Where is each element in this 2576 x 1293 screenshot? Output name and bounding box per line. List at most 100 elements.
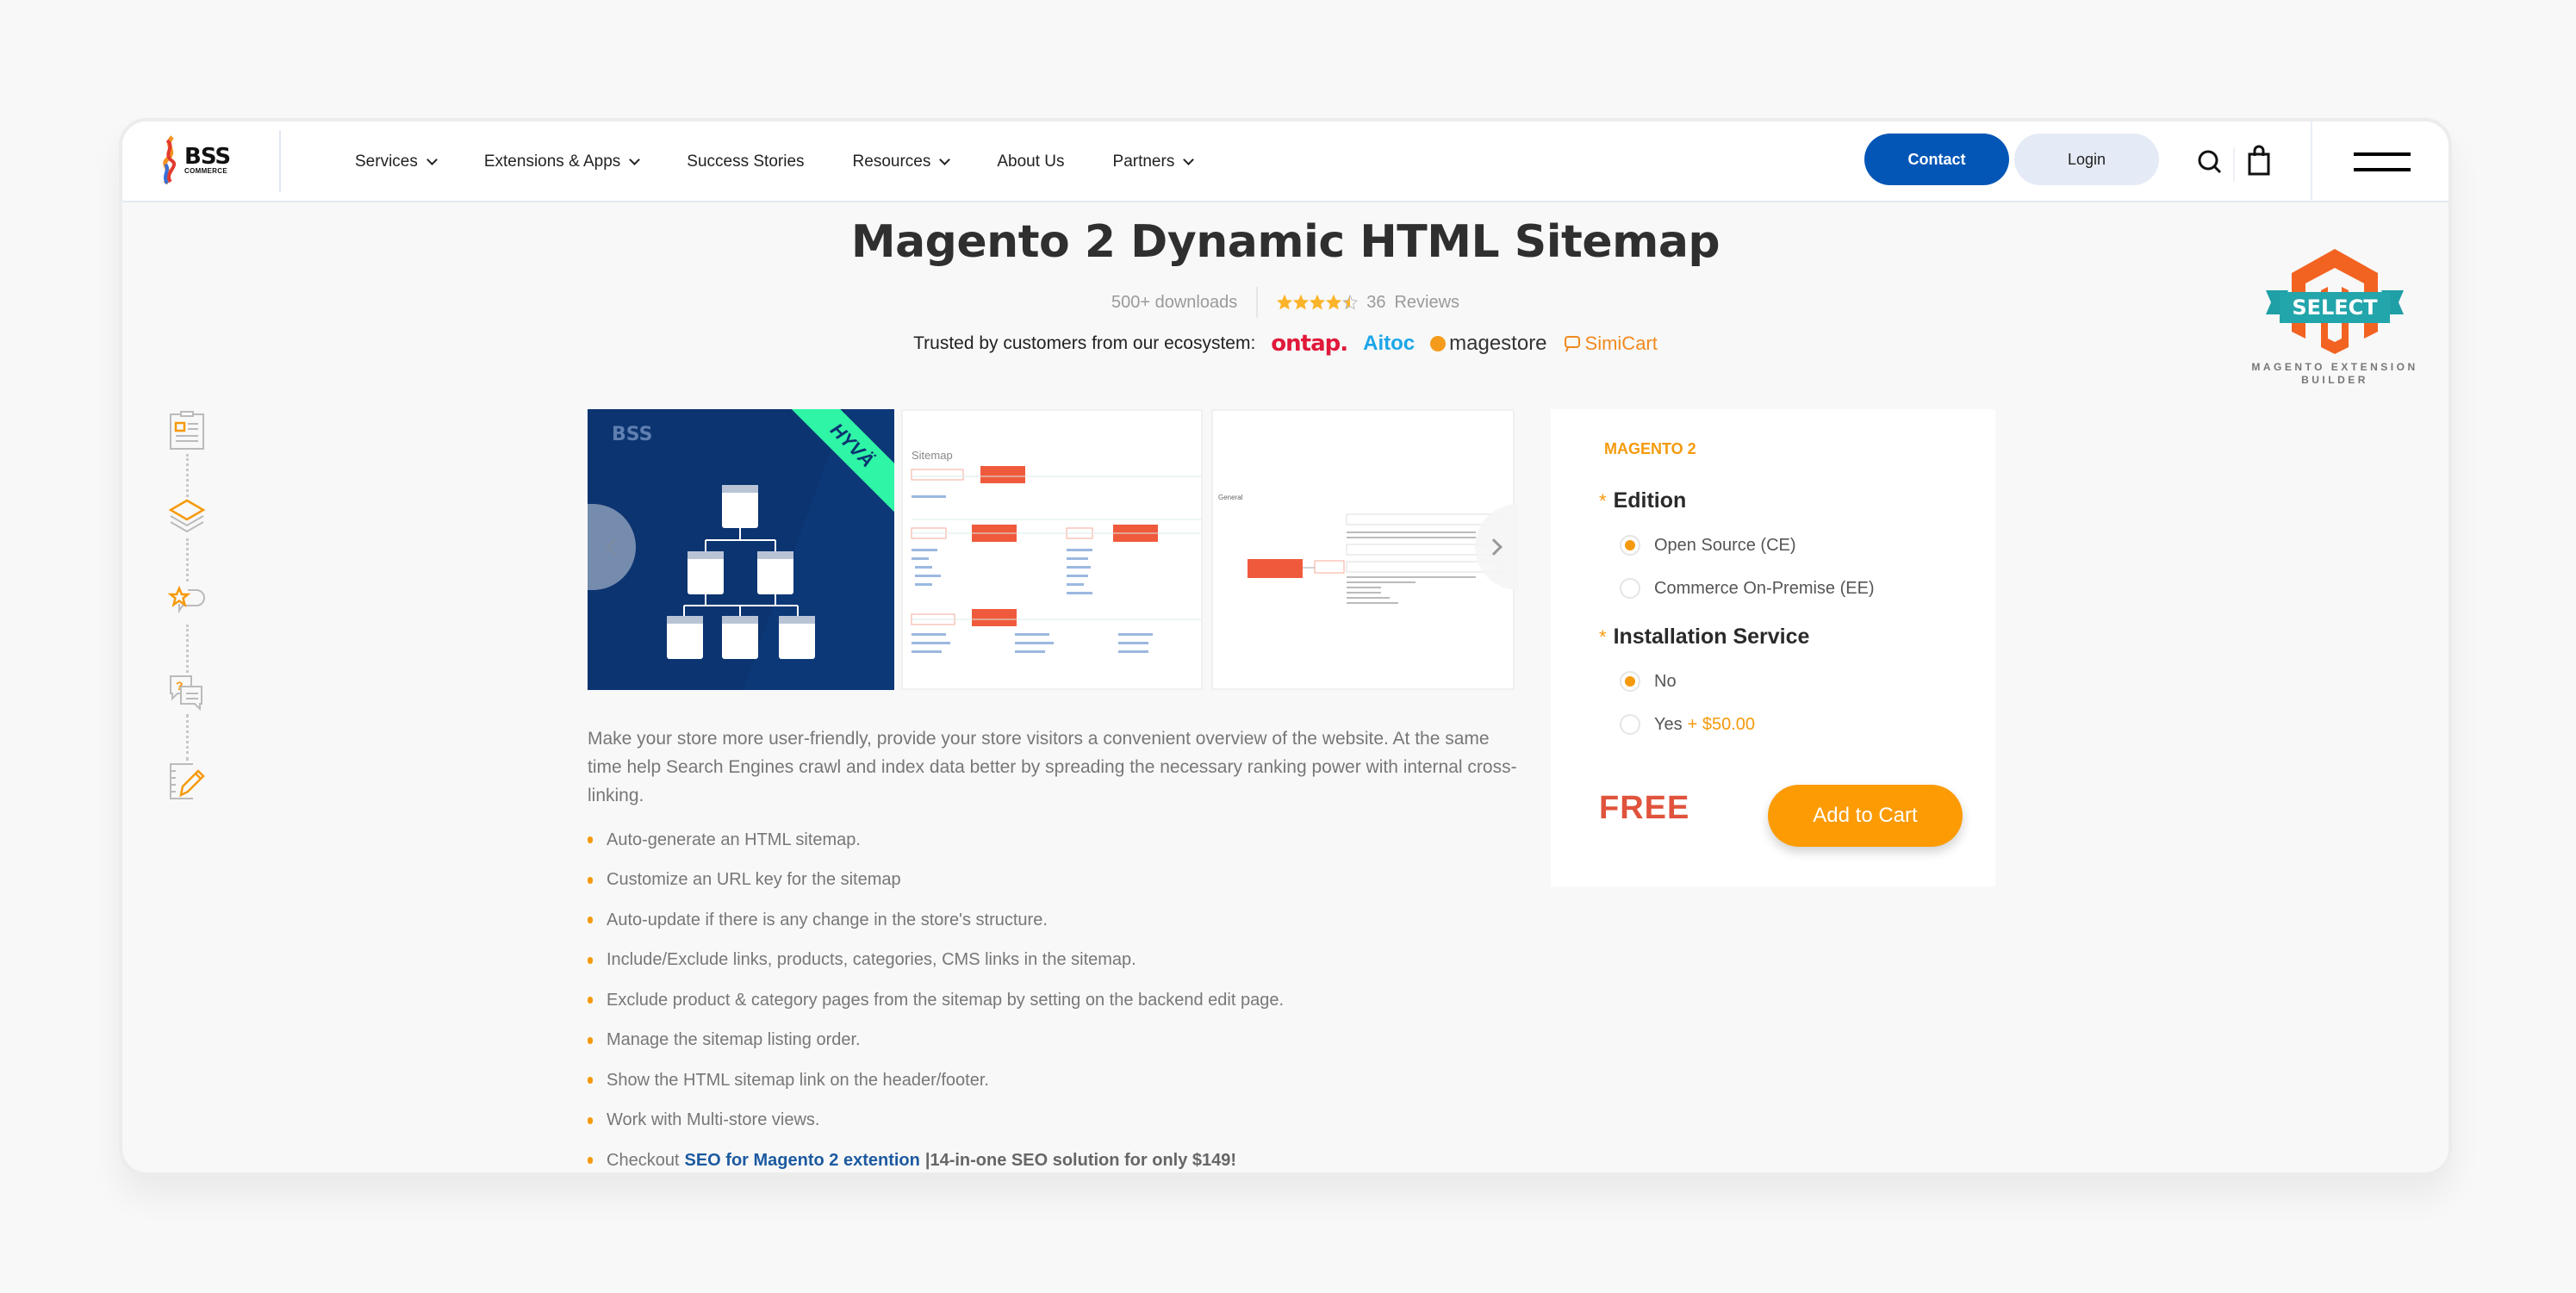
badge-caption-line2: BUILDER — [2301, 374, 2368, 386]
promo-item: Checkout SEO for Magento 2 extention |14-i… — [588, 1141, 1527, 1172]
site-header: BSS COMMERCE Services Extensions & Apps … — [122, 121, 2448, 202]
promo-suffix: |14-in-one SEO solution for only $149! — [924, 1150, 1237, 1170]
bullet-icon — [588, 956, 593, 964]
radio-label: Commerce On-Premise (EE) — [1654, 578, 1875, 598]
header-divider — [2311, 121, 2312, 202]
nav-label: Partners — [1112, 152, 1175, 171]
installation-label: * Installation Service — [1599, 625, 1809, 650]
product-title: Magento 2 Dynamic HTML Sitemap — [850, 216, 1720, 268]
seo-extension-link[interactable]: SEO for Magento 2 extention — [685, 1151, 920, 1171]
reviews-label: Reviews — [1394, 292, 1460, 312]
layers-icon[interactable] — [167, 497, 207, 537]
shopping-bag-icon[interactable] — [2245, 144, 2273, 177]
option-title: Installation Service — [1613, 625, 1810, 649]
trusted-by-row: Trusted by customers from our ecosystem:… — [122, 331, 2448, 357]
add-to-cart-button[interactable]: Add to Cart — [1768, 785, 1963, 847]
radio-selected-icon[interactable] — [1620, 671, 1640, 692]
feature-text: Exclude product & category pages from th… — [607, 990, 1285, 1010]
side-nav-connector — [186, 538, 189, 581]
side-nav-connector — [186, 625, 189, 673]
bullet-icon — [588, 1077, 593, 1085]
partner-logo-magestore: magestore — [1430, 332, 1547, 356]
logo-subtitle: COMMERCE — [184, 167, 227, 175]
chevron-left-icon — [606, 538, 623, 556]
partner-logo-aitoc: Aitoc — [1363, 332, 1416, 355]
rating-summary[interactable]: 36 Reviews — [1258, 293, 1459, 313]
purchase-box: MAGENTO 2 * Edition Open Source (CE) Comm… — [1551, 409, 1995, 886]
radio-label: No — [1654, 671, 1677, 691]
partner-name: magestore — [1449, 332, 1547, 355]
radio-selected-icon[interactable] — [1620, 535, 1640, 556]
magento-select-badge: SELECT MAGENTO EXTENSION BUILDER — [2249, 242, 2421, 386]
chevron-down-icon — [426, 153, 438, 165]
nav-item-partners[interactable]: Partners — [1112, 152, 1195, 171]
product-description: Make your store more user-friendly, prov… — [588, 729, 1517, 805]
login-button[interactable]: Login — [2014, 134, 2159, 185]
required-asterisk: * — [1599, 490, 1607, 512]
nav-item-about-us[interactable]: About Us — [997, 152, 1064, 171]
side-nav-connector — [186, 714, 189, 761]
bullet-icon — [588, 997, 593, 1004]
bullet-icon — [588, 1157, 593, 1165]
gallery-slide-general-config[interactable]: General — [1211, 409, 1515, 690]
platform-label: MAGENTO 2 — [1604, 440, 1696, 457]
nav-label: Resources — [852, 152, 931, 171]
downloads-count: 500+ downloads — [1111, 287, 1259, 318]
feature-item: Auto-update if there is any change in th… — [588, 900, 1527, 941]
star-full-icon — [1277, 295, 1293, 310]
chevron-down-icon — [629, 153, 641, 165]
option-title: Edition — [1613, 488, 1687, 513]
svg-text:?: ? — [176, 679, 184, 693]
browser-window: BSS COMMERCE Services Extensions & Apps … — [119, 118, 2452, 1176]
feature-item: Work with Multi-store views. — [588, 1101, 1527, 1141]
gallery-slide-sitemap[interactable]: Sitemap — [901, 409, 1203, 690]
simicart-mark-icon — [1564, 336, 1580, 352]
partner-name: SimiCart — [1584, 333, 1658, 354]
search-icon[interactable] — [2195, 147, 2224, 177]
feature-text: Auto-generate an HTML sitemap. — [607, 830, 861, 849]
radio-edition-ce[interactable]: Open Source (CE) — [1620, 535, 1796, 556]
badge-title: SELECT — [2292, 295, 2378, 320]
radio-label: Open Source (CE) — [1654, 535, 1796, 555]
required-asterisk: * — [1599, 626, 1607, 648]
trusted-label: Trusted by customers from our ecosystem: — [913, 333, 1256, 353]
star-full-icon — [1293, 295, 1310, 310]
feature-item: Customize an URL key for the sitemap — [588, 861, 1527, 901]
badge-caption-line1: MAGENTO EXTENSION — [2251, 361, 2418, 373]
nav-item-success-stories[interactable]: Success Stories — [687, 152, 804, 171]
bss-logo[interactable]: BSS COMMERCE — [159, 134, 245, 187]
radio-unselected-icon[interactable] — [1620, 714, 1640, 735]
radio-unselected-icon[interactable] — [1620, 578, 1640, 599]
reviews-count: 36 — [1366, 292, 1386, 312]
contact-button[interactable]: Contact — [1864, 134, 2009, 185]
hamburger-menu-icon[interactable] — [2354, 152, 2411, 171]
nav-label: Services — [355, 152, 418, 171]
radio-installation-no[interactable]: No — [1620, 671, 1677, 692]
feature-text: Auto-update if there is any change in th… — [607, 910, 1048, 929]
config-screenshot — [1248, 513, 1503, 604]
radio-installation-yes[interactable]: Yes + $50.00 — [1620, 714, 1755, 735]
logo-name: BSS — [184, 144, 231, 170]
feature-item: Show the HTML sitemap link on the header… — [588, 1060, 1527, 1101]
radio-edition-ee[interactable]: Commerce On-Premise (EE) — [1620, 578, 1875, 599]
product-gallery-carousel: BSS HYVÄ Sitemap General — [588, 409, 1518, 690]
star-full-icon — [1326, 295, 1342, 310]
overview-clipboard-icon[interactable] — [167, 411, 207, 451]
star-half-icon — [1342, 295, 1359, 310]
nav-item-services[interactable]: Services — [355, 152, 438, 171]
section-side-nav: ? — [167, 411, 210, 842]
star-full-icon — [1310, 295, 1326, 310]
feature-text: Work with Multi-store views. — [607, 1110, 820, 1130]
chevron-down-icon — [1183, 153, 1195, 165]
star-review-icon[interactable] — [167, 583, 207, 623]
faq-chat-icon[interactable]: ? — [167, 673, 207, 712]
nav-item-extensions-apps[interactable]: Extensions & Apps — [484, 152, 641, 171]
magestore-mark-icon — [1430, 336, 1447, 351]
edit-notes-icon[interactable] — [167, 761, 207, 800]
feature-text: Manage the sitemap listing order. — [607, 1030, 861, 1050]
price: FREE — [1599, 790, 1690, 826]
nav-item-resources[interactable]: Resources — [852, 152, 951, 171]
sitemap-screenshot — [911, 466, 1201, 653]
star-rating — [1277, 295, 1359, 310]
product-meta: 500+ downloads 36 Reviews — [122, 287, 2448, 318]
